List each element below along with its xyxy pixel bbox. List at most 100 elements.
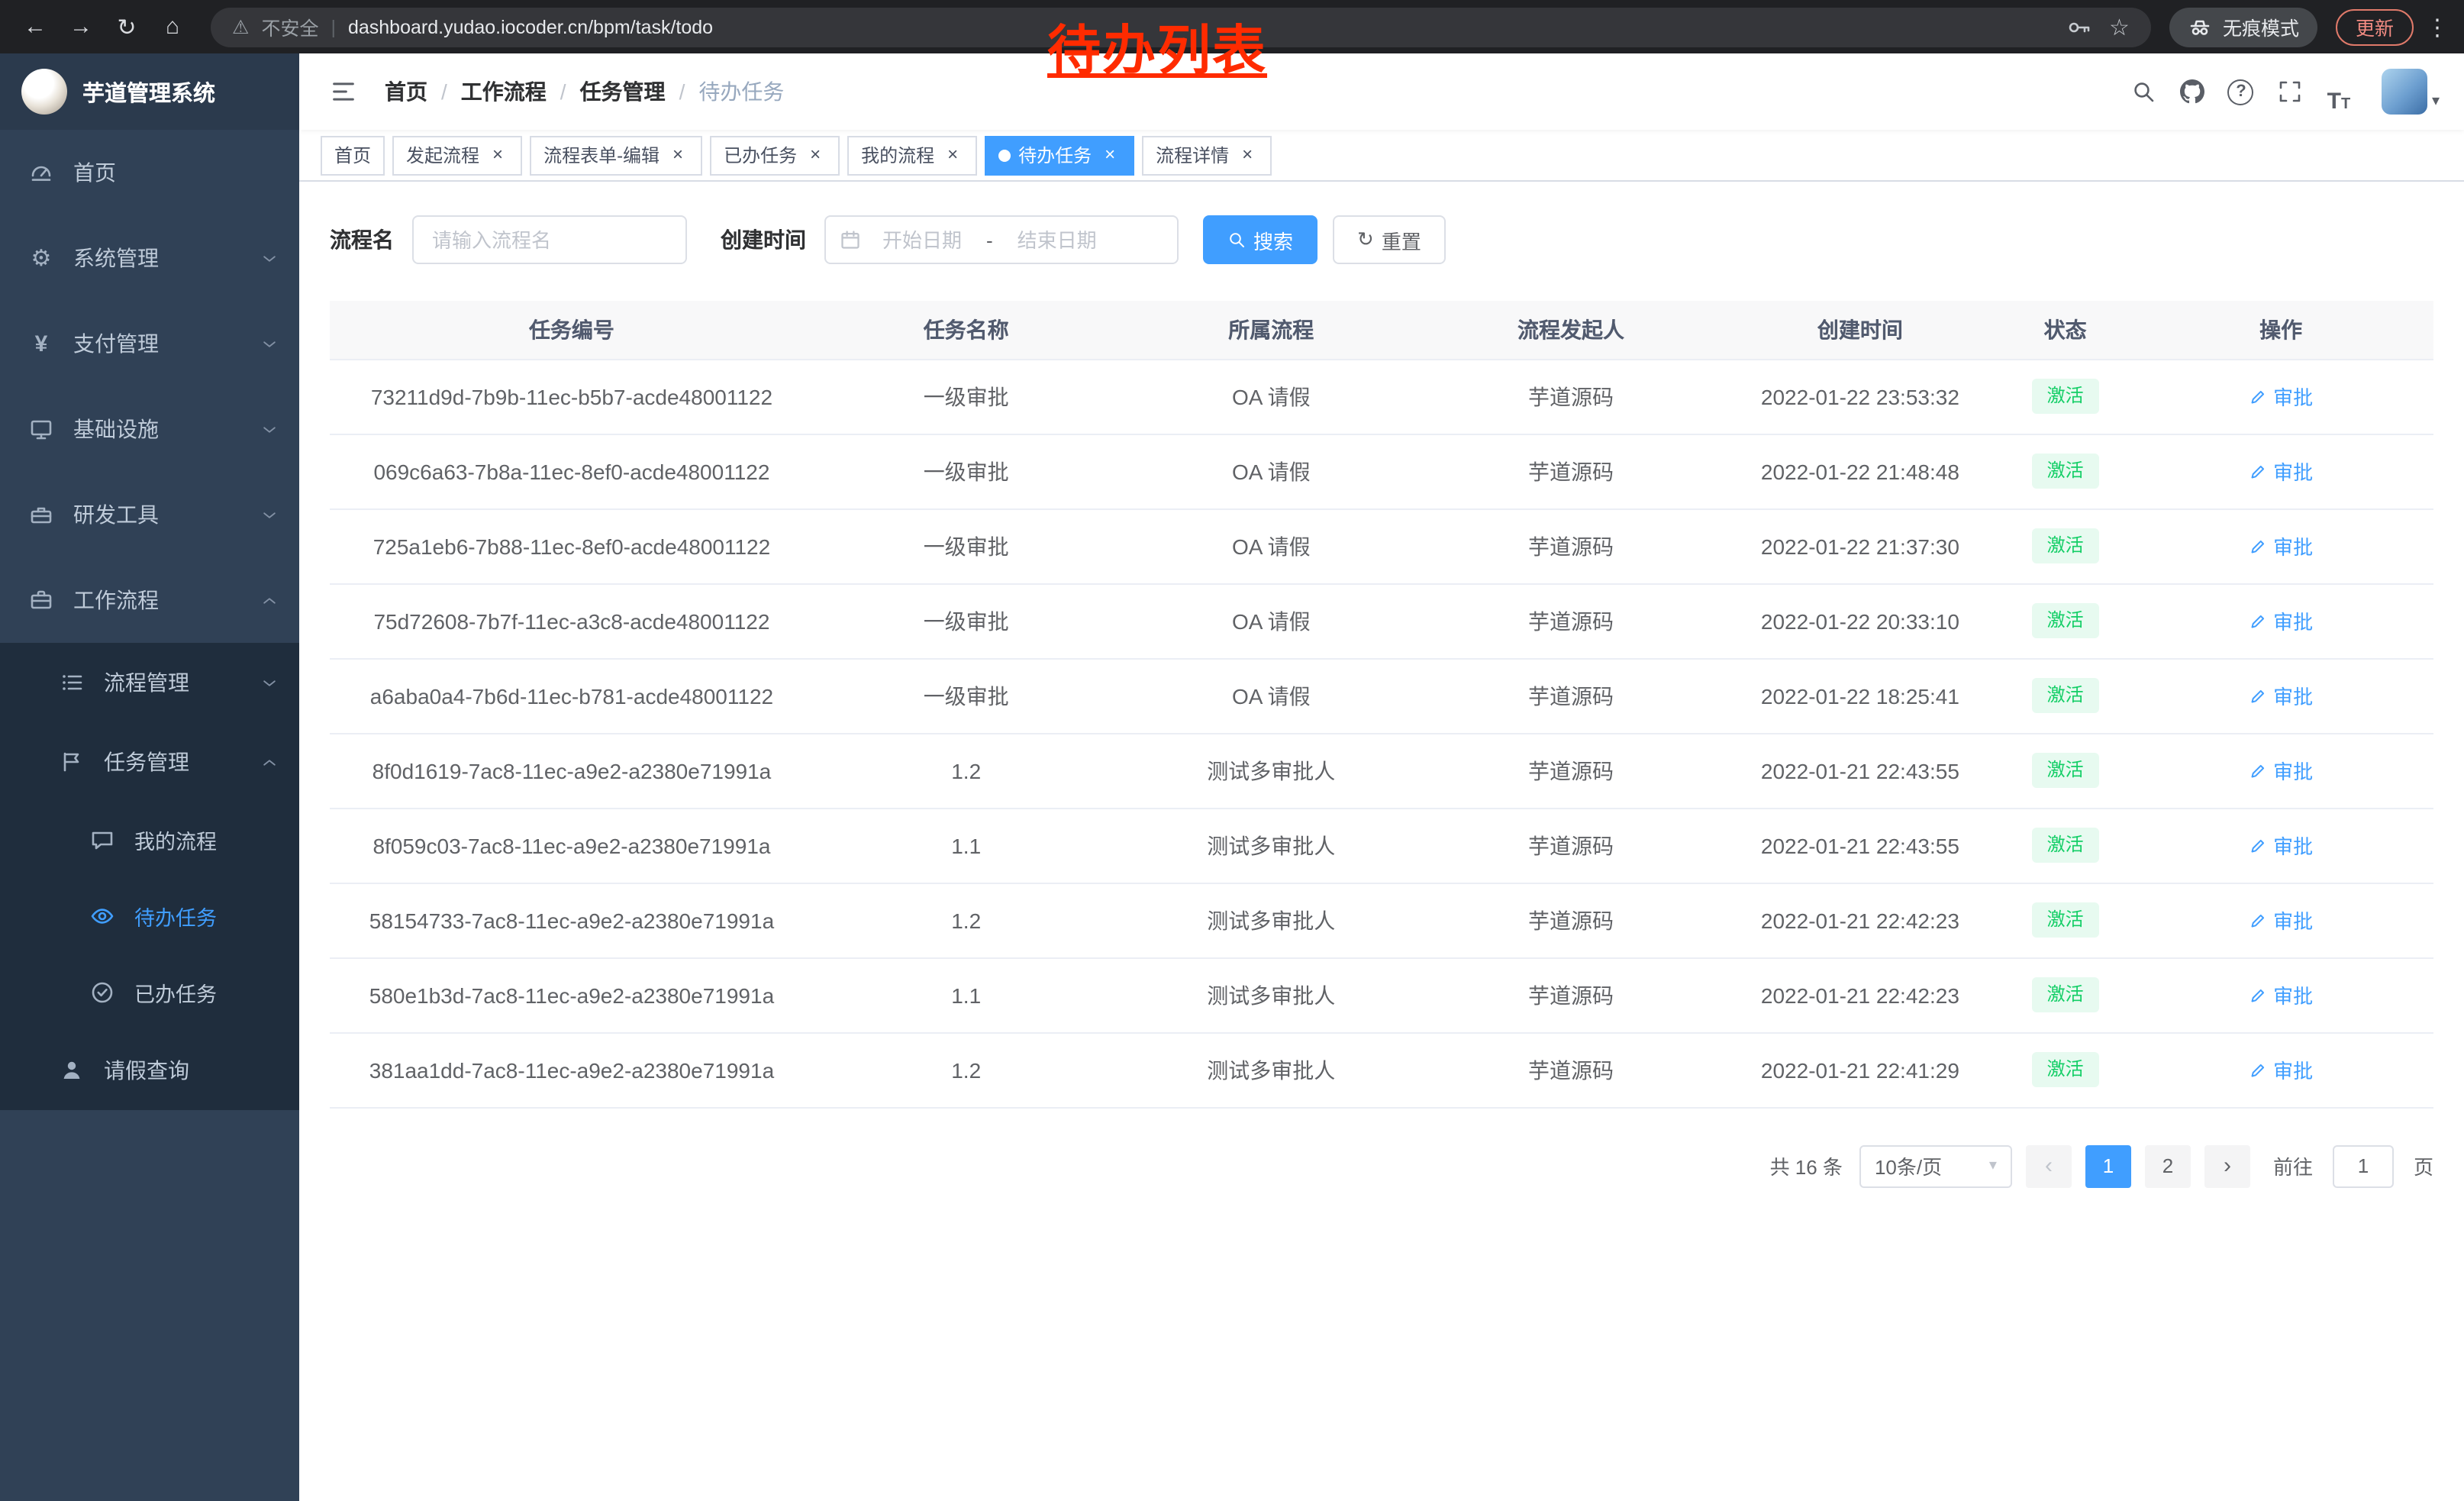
pagination: 共 16 条 10条/页 ▾ ‹ 1 2 › 前往 页	[330, 1144, 2433, 1187]
search-button[interactable]: 搜索	[1203, 215, 1317, 264]
cell-initiator: 芋道源码	[1424, 1032, 1718, 1107]
browser-home-button[interactable]: ⌂	[153, 7, 192, 47]
browser-menu-icon[interactable]: ⋮	[2426, 13, 2449, 40]
browser-forward-button[interactable]: →	[61, 7, 101, 47]
close-icon[interactable]: ×	[1237, 144, 1258, 166]
cell-task-id: 381aa1dd-7ac8-11ec-a9e2-a2380e71991a	[330, 1032, 814, 1107]
yen-icon: ¥	[27, 331, 55, 357]
cell-task-id: 725a1eb6-7b88-11ec-8ef0-acde48001122	[330, 508, 814, 583]
toolbox-icon	[27, 502, 55, 527]
bookmark-star-icon[interactable]: ☆	[2109, 13, 2130, 40]
close-icon[interactable]: ×	[1099, 144, 1121, 166]
sidebar-item-home[interactable]: 首页	[0, 130, 299, 215]
col-task-name: 任务名称	[814, 301, 1119, 359]
status-badge: 激活	[2032, 603, 2099, 638]
sidebar-item-done-task[interactable]: 已办任务	[0, 954, 299, 1031]
sidebar-item-payment[interactable]: ¥ 支付管理	[0, 301, 299, 386]
top-navbar: 首页 / 工作流程 / 任务管理 / 待办任务 ?	[299, 53, 2464, 130]
search-icon[interactable]	[2122, 70, 2165, 113]
approve-link[interactable]: 审批	[2249, 756, 2313, 785]
approve-link[interactable]: 审批	[2249, 382, 2313, 411]
breadcrumb-task-mgmt[interactable]: 任务管理	[580, 76, 666, 107]
sidebar-item-dev-tools[interactable]: 研发工具	[0, 472, 299, 557]
avatar[interactable]	[2382, 69, 2427, 115]
sidebar-item-workflow[interactable]: 工作流程	[0, 557, 299, 643]
goto-page-input[interactable]	[2333, 1144, 2394, 1187]
github-icon[interactable]	[2171, 70, 2214, 113]
app-logo-link[interactable]: 芋道管理系统	[0, 53, 299, 130]
next-page-button[interactable]: ›	[2204, 1144, 2250, 1187]
cell-create-time: 2022-01-21 22:42:23	[1718, 883, 2002, 957]
approve-link[interactable]: 审批	[2249, 457, 2313, 486]
sidebar-item-process-mgmt[interactable]: 流程管理	[0, 643, 299, 722]
tab-my-process[interactable]: 我的流程 ×	[847, 135, 977, 175]
cell-task-name: 一级审批	[814, 434, 1119, 508]
password-key-icon[interactable]	[2066, 15, 2091, 39]
page-button-2[interactable]: 2	[2145, 1144, 2191, 1187]
sidebar-item-leave-query[interactable]: 请假查询	[0, 1031, 299, 1110]
tab-todo-task[interactable]: 待办任务 ×	[985, 135, 1134, 175]
close-icon[interactable]: ×	[942, 144, 963, 166]
cell-status: 激活	[2002, 733, 2128, 808]
tab-home[interactable]: 首页	[321, 135, 385, 175]
breadcrumb-workflow[interactable]: 工作流程	[461, 76, 547, 107]
incognito-label: 无痕模式	[2223, 12, 2299, 41]
approve-link[interactable]: 审批	[2249, 681, 2313, 710]
cell-status: 激活	[2002, 508, 2128, 583]
page-button-1[interactable]: 1	[2085, 1144, 2131, 1187]
tab-process-form-edit[interactable]: 流程表单-编辑 ×	[530, 135, 702, 175]
flag-icon	[58, 750, 85, 774]
approve-link[interactable]: 审批	[2249, 905, 2313, 934]
chevron-down-icon	[261, 250, 278, 266]
cell-status: 激活	[2002, 883, 2128, 957]
fullscreen-icon[interactable]	[2269, 70, 2311, 113]
sidebar-item-task-mgmt[interactable]: 任务管理	[0, 722, 299, 802]
tab-process-detail[interactable]: 流程详情 ×	[1142, 135, 1272, 175]
task-table: 任务编号 任务名称 所属流程 流程发起人 创建时间 状态 操作 73211d9d…	[330, 301, 2433, 1108]
sidebar-collapse-icon[interactable]	[324, 72, 363, 111]
cell-process: 测试多审批人	[1119, 1032, 1424, 1107]
tab-done-task[interactable]: 已办任务 ×	[710, 135, 840, 175]
approve-link[interactable]: 审批	[2249, 1055, 2313, 1084]
prev-page-button[interactable]: ‹	[2026, 1144, 2072, 1187]
chevron-up-icon	[261, 592, 278, 608]
date-range-picker[interactable]: -	[824, 215, 1179, 264]
tags-view: 首页 发起流程 × 流程表单-编辑 × 已办任务 × 我的流程 ×	[299, 130, 2464, 182]
gear-icon: ⚙	[27, 244, 55, 272]
sidebar-item-system[interactable]: ⚙ 系统管理	[0, 215, 299, 301]
sidebar-item-todo-task[interactable]: 待办任务	[0, 878, 299, 954]
font-size-icon[interactable]: TT	[2317, 70, 2360, 113]
breadcrumb-home[interactable]: 首页	[385, 76, 427, 107]
reset-button[interactable]: ↻ 重置	[1333, 215, 1446, 264]
process-name-input[interactable]	[412, 215, 687, 264]
process-name-label: 流程名	[330, 224, 394, 255]
help-icon[interactable]: ?	[2220, 70, 2262, 113]
approve-link[interactable]: 审批	[2249, 831, 2313, 860]
sidebar-item-my-process[interactable]: 我的流程	[0, 802, 299, 878]
approve-link[interactable]: 审批	[2249, 606, 2313, 635]
col-task-id: 任务编号	[330, 301, 814, 359]
page-content: 流程名 创建时间 - 搜索	[299, 182, 2464, 1501]
close-icon[interactable]: ×	[805, 144, 826, 166]
page-size-select[interactable]: 10条/页 ▾	[1859, 1144, 2012, 1187]
close-icon[interactable]: ×	[667, 144, 689, 166]
total-count: 共 16 条	[1770, 1151, 1843, 1180]
start-date-input[interactable]	[864, 228, 980, 251]
user-menu[interactable]: ▾	[2382, 69, 2440, 115]
cell-action: 审批	[2128, 434, 2433, 508]
browser-reload-button[interactable]: ↻	[107, 7, 147, 47]
close-icon[interactable]: ×	[487, 144, 508, 166]
security-label[interactable]: 不安全	[261, 12, 318, 41]
approve-link[interactable]: 审批	[2249, 531, 2313, 560]
browser-back-button[interactable]: ←	[15, 7, 55, 47]
cell-task-name: 1.2	[814, 733, 1119, 808]
sidebar-item-infrastructure[interactable]: 基础设施	[0, 386, 299, 472]
col-initiator: 流程发起人	[1424, 301, 1718, 359]
tab-start-process[interactable]: 发起流程 ×	[392, 135, 522, 175]
cell-task-id: 8f059c03-7ac8-11ec-a9e2-a2380e71991a	[330, 808, 814, 883]
browser-update-button[interactable]: 更新	[2336, 8, 2414, 45]
approve-link[interactable]: 审批	[2249, 980, 2313, 1009]
list-icon	[58, 670, 85, 695]
end-date-input[interactable]	[999, 228, 1115, 251]
edit-icon	[2249, 387, 2267, 405]
